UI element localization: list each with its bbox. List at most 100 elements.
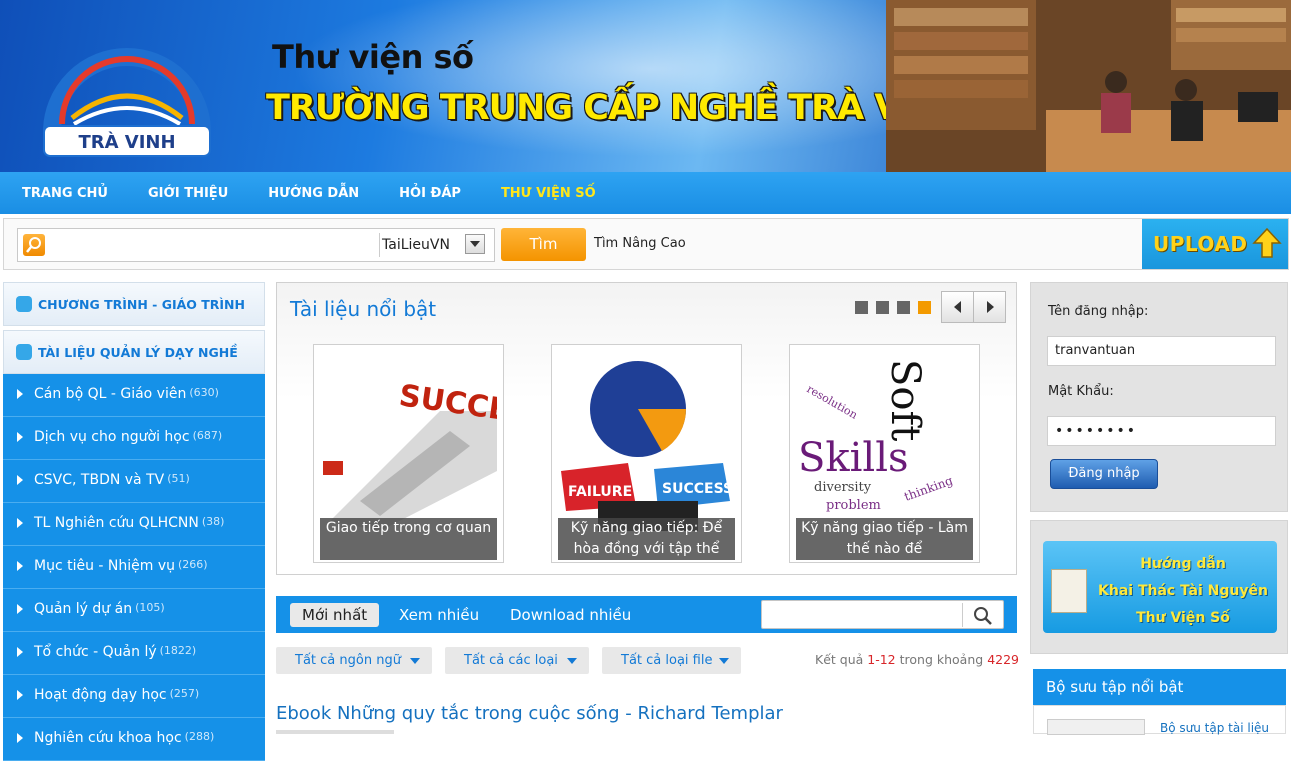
search-bar: TaiLieuVN Tìm Tìm Nâng Cao UPLOAD (3, 218, 1289, 270)
document-thumbnail (276, 730, 394, 734)
chevron-down-icon (470, 241, 480, 247)
banner-glow (230, 0, 930, 172)
sidebar-item[interactable]: Mục tiêu - Nhiệm vụ (266) (3, 546, 265, 589)
guide-banner[interactable]: Hướng dẫn Khai Thác Tài Nguyên Thư Viện … (1043, 541, 1277, 633)
source-select-value[interactable]: TaiLieuVN (382, 237, 450, 253)
featured-card[interactable]: Soft Skills resolution thinking diversit… (789, 344, 980, 563)
filter-type[interactable]: Tất cả các loại (445, 647, 589, 674)
sidebar-item[interactable]: Nghiên cứu khoa học (288) (3, 718, 265, 761)
list-tabs-bar: Mới nhất Xem nhiều Download nhiều (276, 596, 1017, 633)
svg-text:diversity: diversity (814, 480, 872, 495)
library-photo (886, 0, 1291, 172)
filter-language[interactable]: Tất cả ngôn ngữ (276, 647, 432, 674)
tab-newest[interactable]: Mới nhất (290, 603, 380, 627)
list-search-box[interactable] (761, 600, 1004, 629)
arrow-right-icon (17, 604, 23, 614)
search-icon[interactable] (23, 234, 45, 256)
sidebar-item[interactable]: CSVC, TBDN và TV (51) (3, 460, 265, 503)
svg-text:FAILURE: FAILURE (568, 484, 632, 500)
tab-most-viewed[interactable]: Xem nhiều (399, 603, 479, 627)
svg-text:TRÀ VINH: TRÀ VINH (78, 131, 175, 153)
svg-text:SUCCESS: SUCCESS (662, 481, 733, 497)
collection-title: Bộ sưu tập nổi bật (1046, 678, 1184, 696)
upload-arrow-icon (1252, 227, 1282, 258)
password-field[interactable]: •••••••• (1047, 416, 1276, 446)
source-select-dropdown[interactable] (465, 234, 485, 254)
svg-text:Soft: Soft (882, 359, 928, 441)
username-field[interactable]: tranvantuan (1047, 336, 1276, 366)
newspaper-icon (1051, 569, 1087, 613)
featured-card[interactable]: SUCCESS Giao tiếp trong cơ quan (313, 344, 504, 563)
carousel-arrows (941, 291, 1006, 323)
advanced-search-link[interactable]: Tìm Nâng Cao (594, 236, 686, 251)
arrow-right-icon (17, 690, 23, 700)
tab-most-downloaded[interactable]: Download nhiều (510, 603, 631, 627)
sidebar-item[interactable]: Quản lý dự án (105) (3, 589, 265, 632)
sidebar-item[interactable]: Hoạt động dạy học (257) (3, 675, 265, 718)
password-label: Mật Khẩu: (1048, 384, 1114, 399)
sidebar-list: Cán bộ QL - Giáo viên (630) Dịch vụ cho n… (3, 374, 265, 761)
sidebar-item[interactable]: TL Nghiên cứu QLHCNN (38) (3, 503, 265, 546)
arrow-right-icon (17, 733, 23, 743)
collection-thumbnail (1047, 719, 1145, 735)
username-label: Tên đăng nhập: (1048, 304, 1149, 319)
sidebar-item[interactable]: Dịch vụ cho người học (687) (3, 417, 265, 460)
featured-card[interactable]: FAILURE SUCCESS Kỹ năng giao tiếp: Để hò… (551, 344, 742, 563)
nav-about[interactable]: GIỚI THIỆU (148, 186, 228, 201)
card-caption: Kỹ năng giao tiếp - Làm thế nào để (796, 518, 973, 560)
carousel-dot[interactable] (897, 301, 910, 314)
search-button[interactable]: Tìm (501, 228, 586, 261)
caret-down-icon (567, 658, 577, 664)
search-box: TaiLieuVN (17, 228, 495, 262)
caret-down-icon (410, 658, 420, 664)
search-divider (379, 233, 380, 257)
nav-home[interactable]: TRANG CHỦ (22, 186, 108, 201)
carousel-prev-button[interactable] (942, 292, 974, 322)
arrow-right-icon (17, 518, 23, 528)
banner-subtitle: Thư viện số (272, 38, 474, 76)
main-nav: TRANG CHỦ GIỚI THIỆU HƯỚNG DẪN HỎI ĐÁP T… (0, 172, 1291, 214)
collection-item[interactable]: Bộ sưu tập tài liệu (1033, 705, 1286, 735)
search-icon[interactable] (973, 606, 993, 626)
nav-guide[interactable]: HƯỚNG DẪN (268, 186, 359, 201)
chevron-right-icon (987, 301, 994, 313)
category-sidebar: CHƯƠNG TRÌNH - GIÁO TRÌNH TÀI LIỆU QUẢN … (3, 282, 265, 761)
arrow-right-icon (17, 647, 23, 657)
nav-faq[interactable]: HỎI ĐÁP (399, 186, 461, 201)
card-caption: Giao tiếp trong cơ quan (320, 518, 497, 560)
guide-panel: Hướng dẫn Khai Thác Tài Nguyên Thư Viện … (1030, 520, 1288, 654)
sidebar-item[interactable]: Cán bộ QL - Giáo viên (630) (3, 374, 265, 417)
featured-title: Tài liệu nổi bật (290, 297, 437, 321)
document-title-link[interactable]: Ebook Những quy tắc trong cuộc sống - Ri… (276, 703, 783, 724)
carousel-dots (855, 301, 931, 314)
search-input[interactable] (52, 231, 372, 259)
svg-text:Skills: Skills (798, 435, 909, 481)
login-panel: Tên đăng nhập: tranvantuan Mật Khẩu: •••… (1030, 282, 1288, 512)
result-summary: Kết quả 1-12 trong khoảng 4229 (815, 652, 1019, 667)
sidebar-item[interactable]: Tổ chức - Quản lý (1822) (3, 632, 265, 675)
carousel-dot[interactable] (855, 301, 868, 314)
featured-collection-header: Bộ sưu tập nổi bật (1033, 669, 1286, 705)
collection-item-label: Bộ sưu tập tài liệu (1160, 721, 1270, 735)
arrow-right-icon (17, 475, 23, 485)
arrow-right-icon (17, 389, 23, 399)
banner-title: TRƯỜNG TRUNG CẤP NGHỀ TRÀ VINH (266, 88, 970, 128)
sidebar-heading-management[interactable]: TÀI LIỆU QUẢN LÝ DẠY NGHỀ (3, 330, 265, 374)
filter-filetype[interactable]: Tất cả loại file (602, 647, 741, 674)
school-logo[interactable]: TRÀ VINH (22, 14, 232, 160)
login-button[interactable]: Đăng nhập (1050, 459, 1158, 489)
svg-text:problem: problem (826, 498, 881, 513)
nav-digital-library[interactable]: THƯ VIỆN SỐ (501, 186, 596, 201)
carousel-dot-active[interactable] (918, 301, 931, 314)
carousel-dot[interactable] (876, 301, 889, 314)
site-banner: TRÀ VINH Thư viện số TRƯỜNG TRUNG CẤP NG… (0, 0, 1291, 172)
arrow-right-icon (17, 432, 23, 442)
sidebar-heading-curriculum[interactable]: CHƯƠNG TRÌNH - GIÁO TRÌNH (3, 282, 265, 326)
search-divider (962, 603, 963, 627)
caret-down-icon (719, 658, 729, 664)
folder-icon (16, 344, 32, 360)
carousel-next-button[interactable] (974, 292, 1006, 322)
chevron-left-icon (954, 301, 961, 313)
arrow-right-icon (17, 561, 23, 571)
upload-button[interactable]: UPLOAD (1142, 219, 1288, 269)
